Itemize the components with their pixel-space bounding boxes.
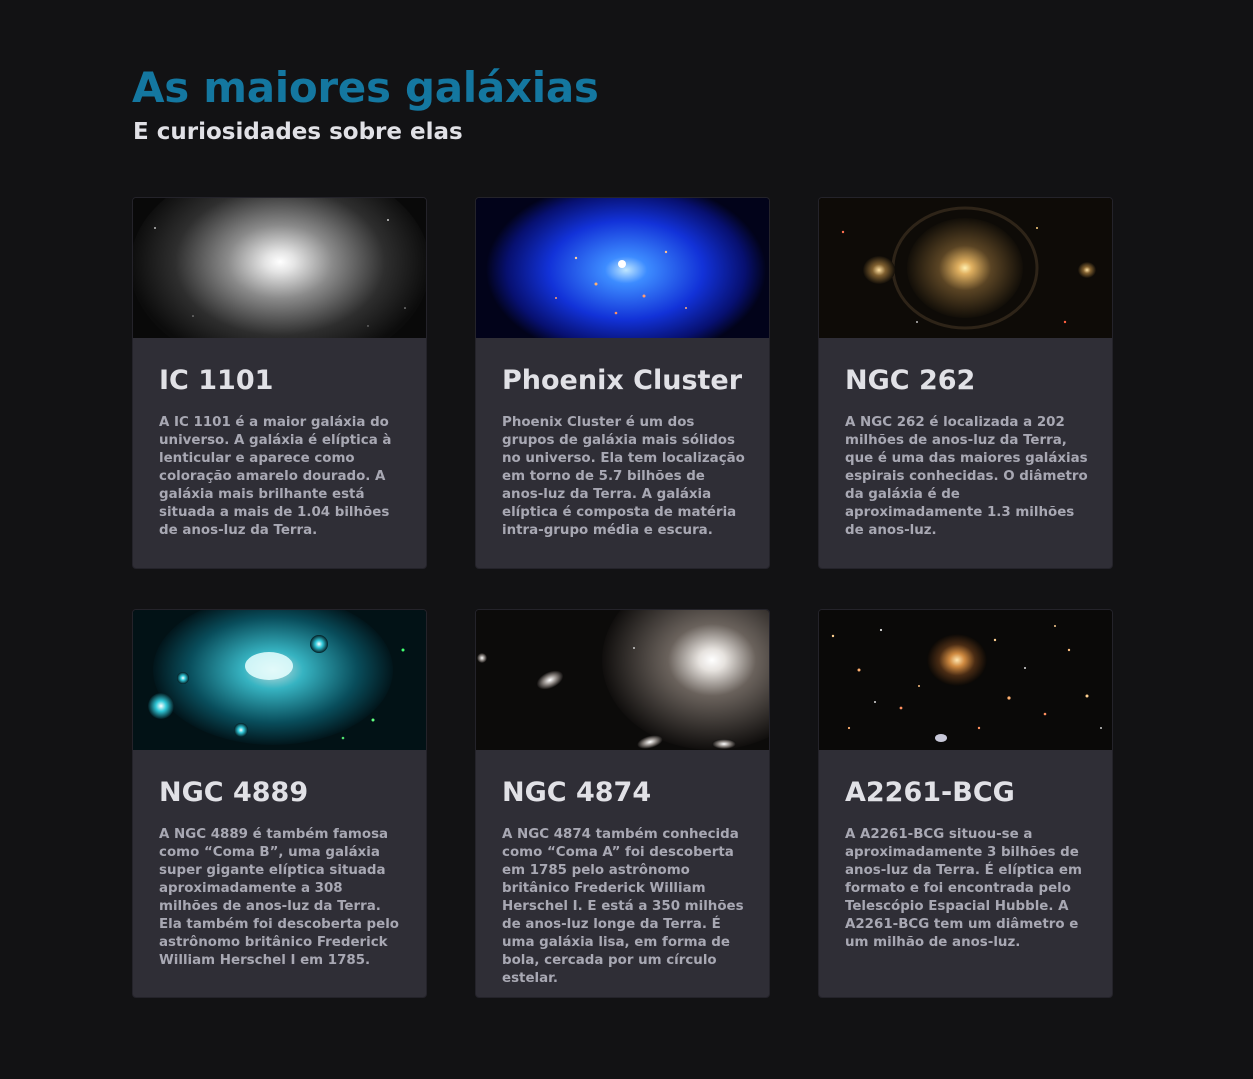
card-description: A A2261-BCG situou-se a aproximadamente …	[845, 827, 1082, 950]
card-body: IC 1101 A IC 1101 é a maior galáxia do u…	[133, 338, 426, 540]
page-subtitle: E curiosidades sobre elas	[133, 119, 463, 145]
smooth-elliptical-galaxy-image	[476, 610, 769, 750]
card-title: A2261-BCG	[845, 777, 1015, 808]
golden-spiral-galaxy-image	[819, 198, 1112, 338]
card-description: A NGC 4889 é também famosa como “Coma B”…	[159, 827, 399, 968]
galaxy-card-phoenix-cluster: Phoenix Cluster Phoenix Cluster é um dos…	[475, 197, 770, 569]
blue-galaxy-cluster-image	[476, 198, 769, 338]
galaxy-card-ic-1101: IC 1101 A IC 1101 é a maior galáxia do u…	[132, 197, 427, 569]
card-description: A NGC 4874 também conhecida como “Coma A…	[502, 827, 744, 986]
card-title: NGC 262	[845, 365, 976, 396]
galaxy-card-ngc-262: NGC 262 A NGC 262 é localizada a 202 mil…	[818, 197, 1113, 569]
galaxy-cluster-field-image	[819, 610, 1112, 750]
card-description: A IC 1101 é a maior galáxia do universo.…	[159, 415, 392, 538]
card-body: A2261-BCG A A2261-BCG situou-se a aproxi…	[819, 750, 1112, 952]
card-body: Phoenix Cluster Phoenix Cluster é um dos…	[476, 338, 769, 540]
galaxy-card-ngc-4874: NGC 4874 A NGC 4874 também conhecida com…	[475, 609, 770, 998]
card-body: NGC 4874 A NGC 4874 também conhecida com…	[476, 750, 769, 988]
galaxy-card-ngc-4889: NGC 4889 A NGC 4889 é também famosa como…	[132, 609, 427, 998]
bright-white-elliptical-galaxy-image	[133, 198, 426, 338]
card-title: NGC 4889	[159, 777, 309, 808]
card-title: IC 1101	[159, 365, 274, 396]
cyan-galaxy-field-image	[133, 610, 426, 750]
galaxy-card-grid: IC 1101 A IC 1101 é a maior galáxia do u…	[132, 197, 1113, 998]
page: As maiores galáxias E curiosidades sobre…	[0, 0, 1253, 1079]
page-header: As maiores galáxias E curiosidades sobre…	[132, 62, 599, 148]
card-description: A NGC 262 é localizada a 202 milhões de …	[845, 415, 1088, 538]
galaxy-card-a2261-bcg: A2261-BCG A A2261-BCG situou-se a aproxi…	[818, 609, 1113, 998]
card-description: Phoenix Cluster é um dos grupos de galáx…	[502, 415, 745, 538]
card-body: NGC 262 A NGC 262 é localizada a 202 mil…	[819, 338, 1112, 540]
card-body: NGC 4889 A NGC 4889 é também famosa como…	[133, 750, 426, 970]
card-title: NGC 4874	[502, 777, 652, 808]
card-title: Phoenix Cluster	[502, 365, 743, 396]
page-title: As maiores galáxias	[132, 63, 599, 112]
